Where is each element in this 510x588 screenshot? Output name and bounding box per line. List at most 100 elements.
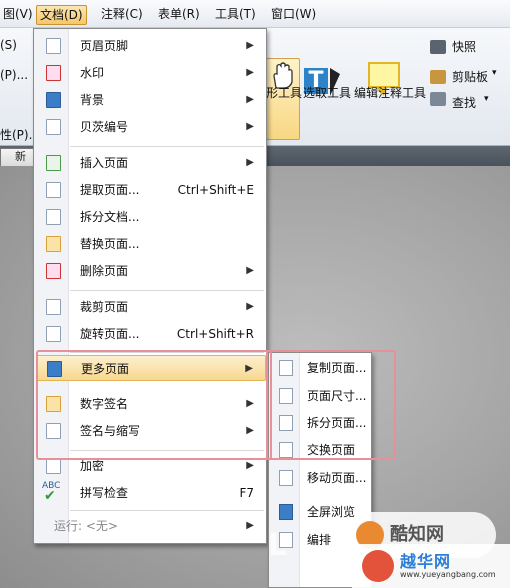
clipboard-button[interactable]: 剪贴板: [452, 68, 488, 85]
header-footer-icon: [46, 38, 61, 54]
delete-pages-icon: [46, 263, 61, 279]
menu-item-sign-and-initial[interactable]: 签名与缩写 ▶: [36, 418, 266, 444]
menu-item-label: 贝茨编号: [80, 120, 129, 134]
insert-pages-icon: [46, 155, 61, 171]
menu-item-label: 水印: [80, 66, 105, 80]
submenu-arrow-icon: ▶: [246, 265, 254, 276]
menu-bar: 图(V) 文档(D) 注释(C) 表单(R) 工具(T) 窗口(W): [0, 0, 510, 28]
tab-new-document[interactable]: 新建: [0, 148, 34, 179]
submenu-item-label: 页面尺寸...: [307, 389, 367, 403]
menu-item-digital-signature[interactable]: 数字签名 ▶: [36, 391, 266, 417]
menu-item-label: 旋转页面...: [80, 327, 140, 341]
menu-item-spell-check[interactable]: ABC ✔ 拼写检查 F7: [36, 480, 266, 506]
menu-item-insert-pages[interactable]: 插入页面 ▶: [36, 150, 266, 176]
menu-separator: [70, 450, 264, 451]
snapshot-button[interactable]: 快照: [452, 38, 476, 55]
move-pages-icon: [279, 470, 293, 486]
submenu-item-duplicate-pages[interactable]: 复制页面...: [271, 355, 371, 381]
menu-item-watermark[interactable]: 水印 ▶: [36, 60, 266, 86]
menu-separator: [70, 146, 264, 147]
crop-pages-icon: [46, 299, 61, 315]
menu-comment[interactable]: 注释(C): [98, 5, 146, 25]
menu-item-rotate-pages[interactable]: 旋转页面... Ctrl+Shift+R: [36, 321, 266, 347]
menu-item-header-footer[interactable]: 页眉页脚 ▶: [36, 33, 266, 59]
submenu-arrow-icon: ▶: [246, 40, 254, 51]
ribbon-fragment-2[interactable]: (P)...: [0, 68, 28, 82]
watermark-site-name: 越华网: [400, 552, 452, 571]
menu-item-bates-numbering[interactable]: 贝茨编号 ▶: [36, 114, 266, 140]
menu-item-background[interactable]: 背景 ▶: [36, 87, 266, 113]
menu-item-label: 数字签名: [80, 397, 129, 411]
menu-separator: [70, 290, 264, 291]
submenu-item-move-pages[interactable]: 移动页面...: [271, 465, 371, 491]
watermark-icon: [46, 65, 61, 81]
split-document-icon: [46, 209, 61, 225]
submenu-item-label: 交换页面: [307, 443, 356, 457]
shortcut-text: Ctrl+Shift+E: [177, 183, 254, 197]
camera-icon: [430, 40, 446, 54]
watermark-badge-icon: [362, 550, 394, 582]
background-icon: [46, 92, 61, 108]
menu-item-crop-pages[interactable]: 裁剪页面 ▶: [36, 294, 266, 320]
menu-form[interactable]: 表单(R): [155, 5, 203, 25]
submenu-item-label: 复制页面...: [307, 361, 367, 375]
clipboard-dropdown-icon[interactable]: ▾: [492, 68, 497, 78]
submenu-arrow-icon: ▶: [246, 94, 254, 105]
menu-item-label: 背景: [80, 93, 105, 107]
submenu-item-split-pages[interactable]: 拆分页面...: [271, 410, 371, 436]
submenu-item-label: 移动页面...: [307, 471, 367, 485]
select-tool-label[interactable]: 选取工具: [303, 84, 351, 101]
menu-item-replace-pages[interactable]: 替换页面...: [36, 231, 266, 257]
menu-tools[interactable]: 工具(T): [212, 5, 259, 25]
menu-item-label: 更多页面: [81, 362, 130, 376]
submenu-item-label: 拆分页面...: [307, 416, 367, 430]
extract-pages-icon: [46, 182, 61, 198]
sign-and-initial-icon: [46, 423, 61, 439]
swap-pages-icon: [279, 442, 293, 458]
menu-item-label: 拼写检查: [80, 486, 129, 500]
menu-item-more-pages[interactable]: 更多页面 ▶: [36, 355, 266, 381]
submenu-item-swap-pages[interactable]: 交换页面: [271, 437, 371, 463]
menu-separator: [70, 510, 264, 511]
watermark-logo-text: 酷知网: [390, 524, 444, 545]
menu-item-run[interactable]: 运行: <无> ▶: [36, 513, 266, 539]
ribbon-fragment-1[interactable]: (S): [0, 38, 17, 52]
menu-item-split-document[interactable]: 拆分文档...: [36, 204, 266, 230]
menu-item-encrypt[interactable]: 加密 ▶: [36, 453, 266, 479]
submenu-arrow-icon: ▶: [246, 121, 254, 132]
rotate-pages-icon: [46, 326, 61, 342]
menu-window[interactable]: 窗口(W): [268, 5, 319, 25]
encrypt-icon: [46, 458, 61, 474]
submenu-arrow-icon: ▶: [246, 425, 254, 436]
menu-item-label: 拆分文档...: [80, 210, 140, 224]
full-screen-icon: [279, 504, 293, 520]
menu-document[interactable]: 文档(D): [36, 5, 87, 25]
menu-item-label: 提取页面...: [80, 183, 140, 197]
menu-item-label: 裁剪页面: [80, 300, 129, 314]
submenu-arrow-icon: ▶: [246, 520, 254, 531]
replace-pages-icon: [46, 236, 61, 252]
menu-item-label: 页眉页脚: [80, 39, 129, 53]
edit-annotation-tool-label[interactable]: 编辑注释工具: [354, 84, 426, 101]
shortcut-text: Ctrl+Shift+R: [176, 327, 254, 341]
bates-numbering-icon: [46, 119, 61, 135]
find-button[interactable]: 查找: [452, 94, 476, 111]
submenu-item-page-size[interactable]: 页面尺寸...: [271, 383, 371, 409]
submenu-item-label: 编排: [307, 533, 332, 547]
submenu-arrow-icon: ▶: [245, 363, 253, 374]
menu-item-label: 签名与缩写: [80, 424, 141, 438]
find-icon: [430, 92, 446, 106]
submenu-arrow-icon: ▶: [246, 301, 254, 312]
menu-item-extract-pages[interactable]: 提取页面... Ctrl+Shift+E: [36, 177, 266, 203]
menu-view[interactable]: 图(V): [0, 5, 36, 25]
digital-signature-icon: [46, 396, 61, 412]
watermark-site: 越华网 www.yueyangbang.com: [352, 544, 510, 588]
watermark-site-url: www.yueyangbang.com: [400, 570, 496, 579]
menu-item-label: 加密: [80, 459, 105, 473]
submenu-arrow-icon: ▶: [246, 460, 254, 471]
submenu-arrow-icon: ▶: [246, 157, 254, 168]
split-pages-icon: [279, 415, 293, 431]
menu-item-delete-pages[interactable]: 删除页面 ▶: [36, 258, 266, 284]
find-dropdown-icon[interactable]: ▾: [484, 94, 489, 104]
more-pages-icon: [47, 361, 62, 377]
